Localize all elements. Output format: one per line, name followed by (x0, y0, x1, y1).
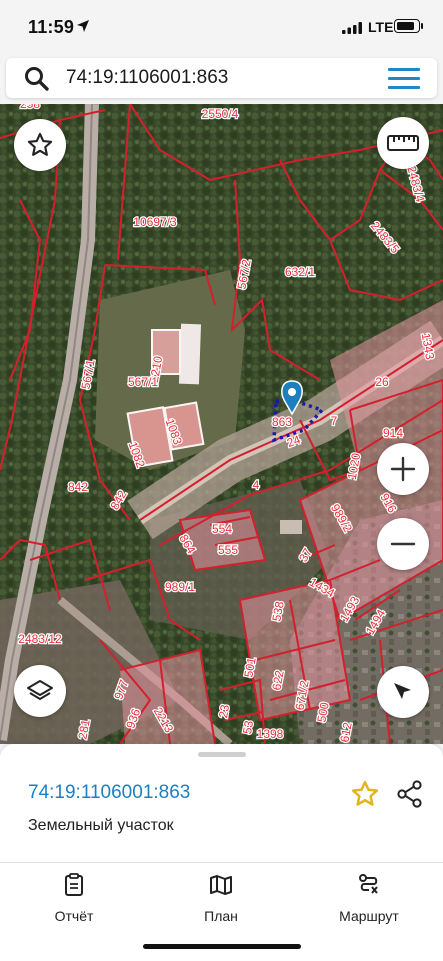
star-outline-icon (27, 132, 53, 156)
location-arrow-icon (77, 20, 89, 32)
search-input[interactable]: 74:19:1106001:863 (66, 67, 228, 89)
sheet-grab-handle[interactable] (198, 752, 246, 757)
parcel-label: 2483/12 (18, 632, 62, 646)
navigation-arrow-icon (394, 683, 411, 699)
battery-tip (421, 23, 423, 29)
home-indicator (143, 944, 301, 949)
my-location-button[interactable] (377, 666, 429, 718)
ruler-button[interactable] (377, 117, 429, 169)
parcel-label: 567/1 (128, 375, 158, 389)
star-favorite-icon[interactable] (350, 779, 380, 809)
parcel-label: 989/1 (165, 580, 195, 594)
parcel-label: 4 (253, 478, 260, 492)
cellular-signal-icon (342, 22, 362, 34)
ruler-icon (387, 135, 419, 151)
parcel-info-sheet[interactable]: 74:19:1106001:863 Земельный участок (0, 744, 443, 862)
parcel-label: 23 (216, 703, 232, 719)
tab-report[interactable]: Отчёт (14, 873, 134, 924)
report-icon (65, 873, 83, 896)
parcel-label: 7 (331, 414, 338, 428)
route-icon (359, 874, 378, 894)
parcel-type: Земельный участок (28, 817, 174, 834)
map-plan-icon (210, 875, 232, 895)
satellite-map[interactable]: 258 2550/4 2483/4 10697/3 2483/5 632/1 567/2 13… (0, 104, 443, 744)
battery-icon (394, 19, 420, 33)
parcel-label: 863 (272, 415, 292, 429)
status-time: 11:59 (28, 17, 75, 37)
minus-icon (390, 542, 416, 546)
tab-plan-label: План (204, 908, 238, 924)
parcel-label: 1398 (257, 727, 284, 741)
favorite-button[interactable] (14, 119, 66, 171)
tab-route[interactable]: Маршрут (309, 873, 429, 924)
tab-report-label: Отчёт (54, 908, 94, 924)
parcel-label: 258 (20, 104, 40, 111)
layers-icon (27, 680, 53, 700)
plus-icon (390, 456, 416, 482)
parcel-label: 914 (383, 426, 403, 440)
parcel-label: 10697/3 (133, 215, 177, 229)
tab-route-label: Маршрут (339, 908, 399, 924)
zoom-in-button[interactable] (377, 443, 429, 495)
share-icon[interactable] (395, 779, 425, 809)
parcel-cadastral-number[interactable]: 74:19:1106001:863 (28, 782, 190, 804)
parcel-label: 53 (240, 719, 256, 735)
parcel-label: 555 (218, 543, 238, 557)
parcel-label: 554 (212, 522, 232, 536)
hamburger-menu-icon[interactable] (388, 68, 420, 90)
status-bar: 11:59 LTE (0, 0, 443, 54)
parcel-label: 2550/4 (202, 107, 239, 121)
zoom-out-button[interactable] (377, 518, 429, 570)
parcel-label: 842 (68, 480, 88, 494)
search-bar[interactable]: 74:19:1106001:863 (6, 58, 437, 98)
parcel-label: 26 (375, 375, 389, 389)
tab-plan[interactable]: План (161, 873, 281, 924)
parcel-label: 632/1 (285, 265, 315, 279)
map-canvas[interactable]: 2582550/42483/410697/3 2483/5632/1567/213… (0, 104, 443, 744)
network-type: LTE (368, 19, 394, 35)
layers-button[interactable] (14, 665, 66, 717)
search-icon[interactable] (24, 66, 50, 92)
